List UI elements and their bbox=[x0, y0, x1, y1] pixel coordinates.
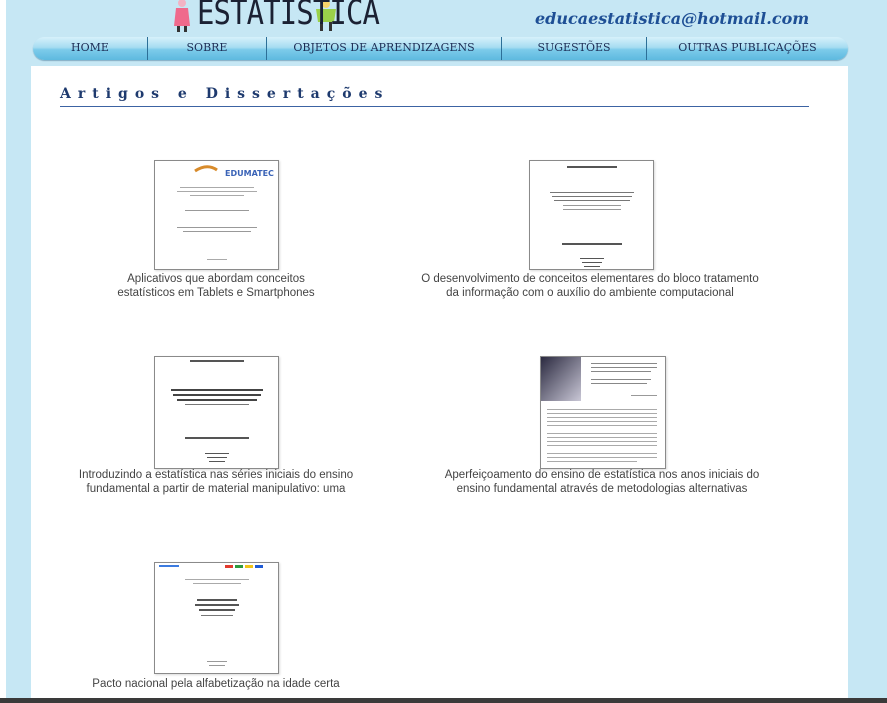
document-caption-2-line-2: da informação com o auxílio do ambiente … bbox=[446, 287, 734, 299]
document-caption-5-line-1: Pacto nacional pela alfabetização na ida… bbox=[92, 678, 340, 690]
document-thumbnail-3[interactable] bbox=[154, 356, 279, 469]
document-caption-2-line-1: O desenvolvimento de conceitos elementar… bbox=[421, 273, 759, 285]
section-title: Artigos e Dissertações bbox=[60, 86, 390, 102]
nav-objetos-de-aprendizagens[interactable]: OBJETOS DE APRENDIZAGENS bbox=[267, 37, 502, 60]
nav-home[interactable]: HOME bbox=[33, 37, 148, 60]
title-divider bbox=[60, 106, 809, 107]
document-caption-2[interactable]: O desenvolvimento de conceitos elementar… bbox=[400, 272, 780, 300]
document-cover-5 bbox=[159, 565, 263, 666]
document-cover-2 bbox=[550, 166, 634, 267]
nav-outras-publicacoes[interactable]: OUTRAS PUBLICAÇÕES bbox=[647, 37, 848, 60]
document-thumbnail-5[interactable] bbox=[154, 562, 279, 674]
document-caption-4-line-1: Aperfeiçoamento do ensino de estatística… bbox=[444, 469, 760, 481]
document-caption-1-line-2: estatísticos em Tablets e Smartphones bbox=[117, 287, 315, 299]
left-edge bbox=[0, 0, 6, 703]
document-thumbnail-4[interactable] bbox=[540, 356, 666, 469]
document-caption-3[interactable]: Introduzindo a estatística nas séries in… bbox=[65, 468, 367, 499]
logo-text: ESTATÍSTICA bbox=[197, 0, 380, 33]
document-cover-4 bbox=[541, 357, 657, 462]
bottom-bar bbox=[0, 698, 887, 703]
edumatec-logo-text: EDUMATEC bbox=[225, 169, 274, 178]
document-caption-1[interactable]: Aplicativos que abordam conceitos estatí… bbox=[71, 272, 361, 300]
document-caption-4-line-2: ensino fundamental através de metodologi… bbox=[456, 483, 748, 495]
main-content: Artigos e Dissertações EDUMATEC Aplicati… bbox=[31, 66, 848, 703]
document-caption-3-line-2: fundamental a partir de material manipul… bbox=[86, 483, 346, 495]
document-caption-1-line-1: Aplicativos que abordam conceitos bbox=[127, 273, 305, 285]
contact-email[interactable]: educaestatistica@hotmail.com bbox=[535, 9, 809, 28]
nav-sobre[interactable]: SOBRE bbox=[148, 37, 267, 60]
document-thumbnail-1[interactable]: EDUMATEC bbox=[154, 160, 279, 270]
main-nav: HOME SOBRE OBJETOS DE APRENDIZAGENS SUGE… bbox=[33, 37, 848, 60]
document-thumbnail-2[interactable] bbox=[529, 160, 654, 270]
nav-sugestoes[interactable]: SUGESTÕES bbox=[502, 37, 647, 60]
document-caption-4[interactable]: Aperfeiçoamento do ensino de estatística… bbox=[430, 468, 774, 496]
document-cover-3 bbox=[171, 360, 263, 462]
document-cover-1: EDUMATEC bbox=[177, 165, 274, 260]
document-caption-3-line-1: Introduzindo a estatística nas séries in… bbox=[78, 469, 354, 481]
document-caption-5[interactable]: Pacto nacional pela alfabetização na ida… bbox=[66, 677, 366, 691]
site-header: ESTATÍSTICA educaestatistica@hotmail.com bbox=[0, 0, 887, 36]
